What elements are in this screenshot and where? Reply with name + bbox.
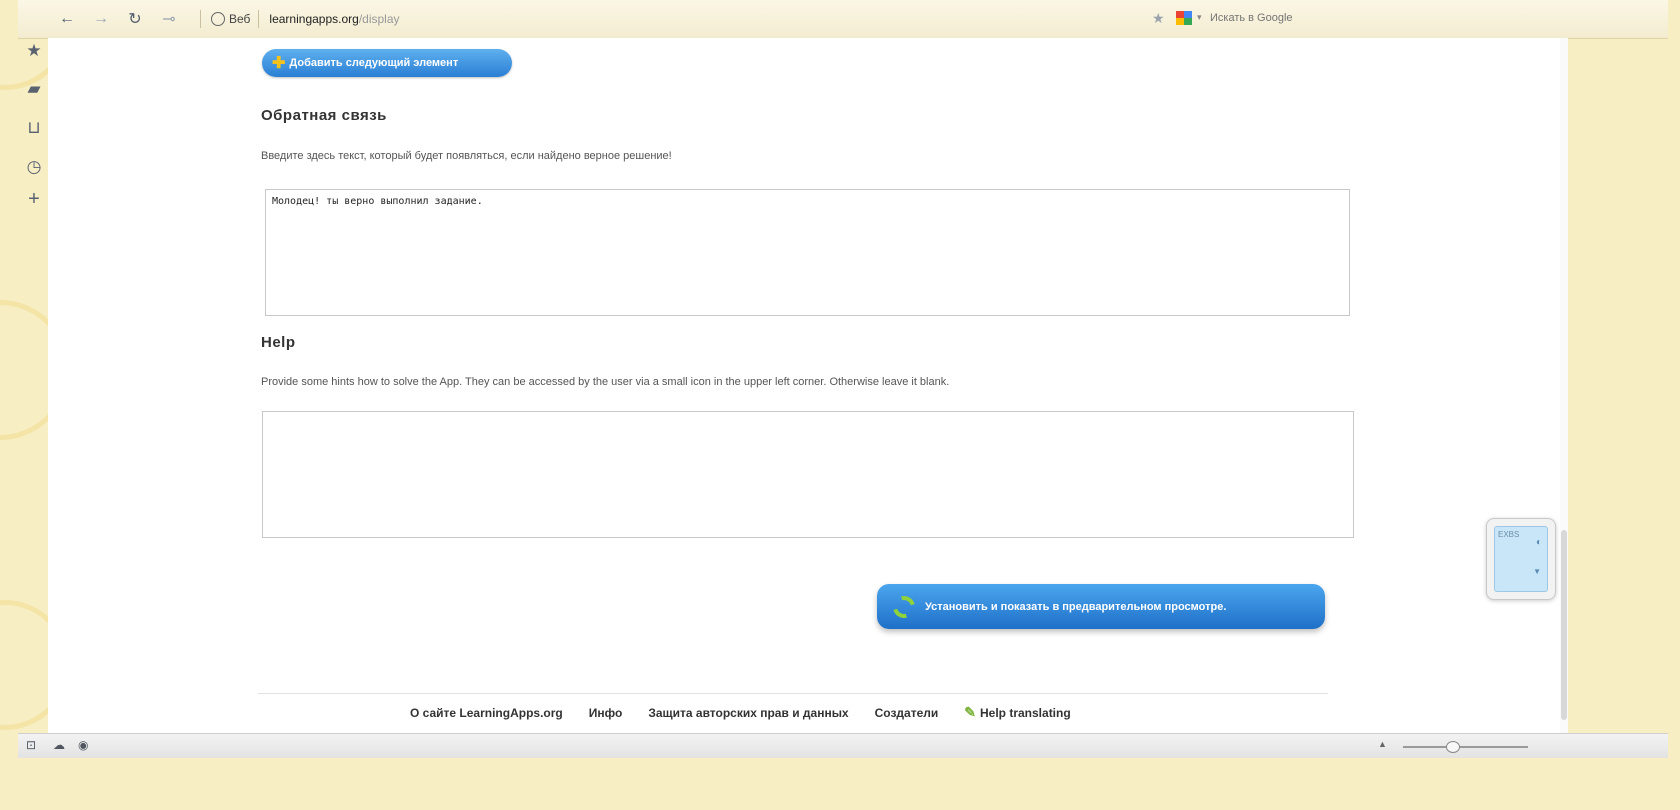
key-icon[interactable]: ⊸ xyxy=(156,9,182,29)
bookmark-star-icon[interactable]: ★ xyxy=(1152,10,1165,27)
bottom-strip xyxy=(18,758,1668,810)
downloads-icon[interactable]: ⊔ xyxy=(24,118,44,138)
reload-icon[interactable]: ↻ xyxy=(122,9,148,29)
address-bar[interactable]: learningapps.org/display xyxy=(269,12,399,26)
notes-icon[interactable]: ▰ xyxy=(24,79,44,99)
web-tab[interactable]: Веб xyxy=(211,12,250,26)
feedback-textarea[interactable]: Молодец! ты верно выполнил задание. xyxy=(265,189,1350,316)
feedback-title: Обратная связь xyxy=(261,107,387,124)
zoom-out-icon[interactable]: ▲ xyxy=(1378,739,1387,749)
add-next-element-label: Добавить следующий элемент xyxy=(289,57,459,69)
cloud-icon[interactable]: ☁ xyxy=(53,738,65,752)
footer-link-info[interactable]: Инфо xyxy=(589,706,623,720)
toolbar-divider xyxy=(258,10,260,28)
forward-icon[interactable]: → xyxy=(88,10,114,28)
scrollbar-thumb[interactable] xyxy=(1561,530,1567,720)
help-translating-label: Help translating xyxy=(980,706,1071,720)
search-input[interactable] xyxy=(1208,11,1412,25)
footer-link-copyright[interactable]: Защита авторских прав и данных xyxy=(648,706,848,720)
zoom-slider-thumb[interactable] xyxy=(1446,741,1460,753)
help-title: Help xyxy=(261,334,296,351)
zoom-slider[interactable] xyxy=(1403,746,1528,748)
help-description: Provide some hints how to solve the App.… xyxy=(261,376,950,388)
footer: О сайте LearningApps.org Инфо Защита авт… xyxy=(410,704,1071,721)
feedback-description: Введите здесь текст, который будет появл… xyxy=(261,150,672,162)
pencil-icon: ✎ xyxy=(964,704,976,720)
browser-sidebar: ★ ▰ ⊔ ◷ + xyxy=(18,38,48,733)
footer-link-help-translating[interactable]: ✎ Help translating xyxy=(964,704,1070,721)
footer-divider xyxy=(258,693,1328,694)
footer-link-about[interactable]: О сайте LearningApps.org xyxy=(410,706,563,720)
back-icon[interactable]: ← xyxy=(54,10,80,28)
search-dropdown-icon[interactable]: ▾ xyxy=(1197,12,1202,23)
status-bar: ⊡ ☁ ◉ ▲ xyxy=(18,733,1668,759)
google-icon[interactable] xyxy=(1176,11,1192,25)
web-tab-label: Веб xyxy=(229,12,251,26)
help-textarea[interactable] xyxy=(262,411,1354,538)
add-next-element-button[interactable]: ✚ Добавить следующий элемент xyxy=(262,49,512,77)
footer-link-creators[interactable]: Создатели xyxy=(875,706,939,720)
url-path: /display xyxy=(358,12,400,26)
widget-label: EXBS xyxy=(1498,530,1520,539)
mouse-icon[interactable]: ◐ xyxy=(1536,537,1542,548)
globe-icon xyxy=(211,12,225,26)
add-panel-icon[interactable]: + xyxy=(24,188,44,211)
plus-icon: ✚ xyxy=(272,55,286,72)
favorites-star-icon[interactable]: ★ xyxy=(24,41,44,61)
refresh-icon xyxy=(888,591,920,622)
floating-widget[interactable]: EXBS ◐ ▼ xyxy=(1486,518,1556,600)
panel-toggle-icon[interactable]: ⊡ xyxy=(26,738,36,752)
set-and-preview-button[interactable]: Установить и показать в предварительном … xyxy=(877,584,1325,629)
speed-dial-icon[interactable]: ◉ xyxy=(78,738,88,752)
history-icon[interactable]: ◷ xyxy=(24,157,44,177)
browser-toolbar: ← → ↻ ⊸ Веб learningapps.org/display xyxy=(18,0,1668,39)
page-content: ✚ Добавить следующий элемент Обратная св… xyxy=(48,38,1560,733)
chevron-down-icon[interactable]: ▼ xyxy=(1533,567,1541,576)
toolbar-divider xyxy=(200,10,201,28)
url-domain: learningapps.org xyxy=(269,12,359,26)
set-and-preview-label: Установить и показать в предварительном … xyxy=(925,600,1227,613)
widget-panel: EXBS ◐ ▼ xyxy=(1494,526,1548,592)
